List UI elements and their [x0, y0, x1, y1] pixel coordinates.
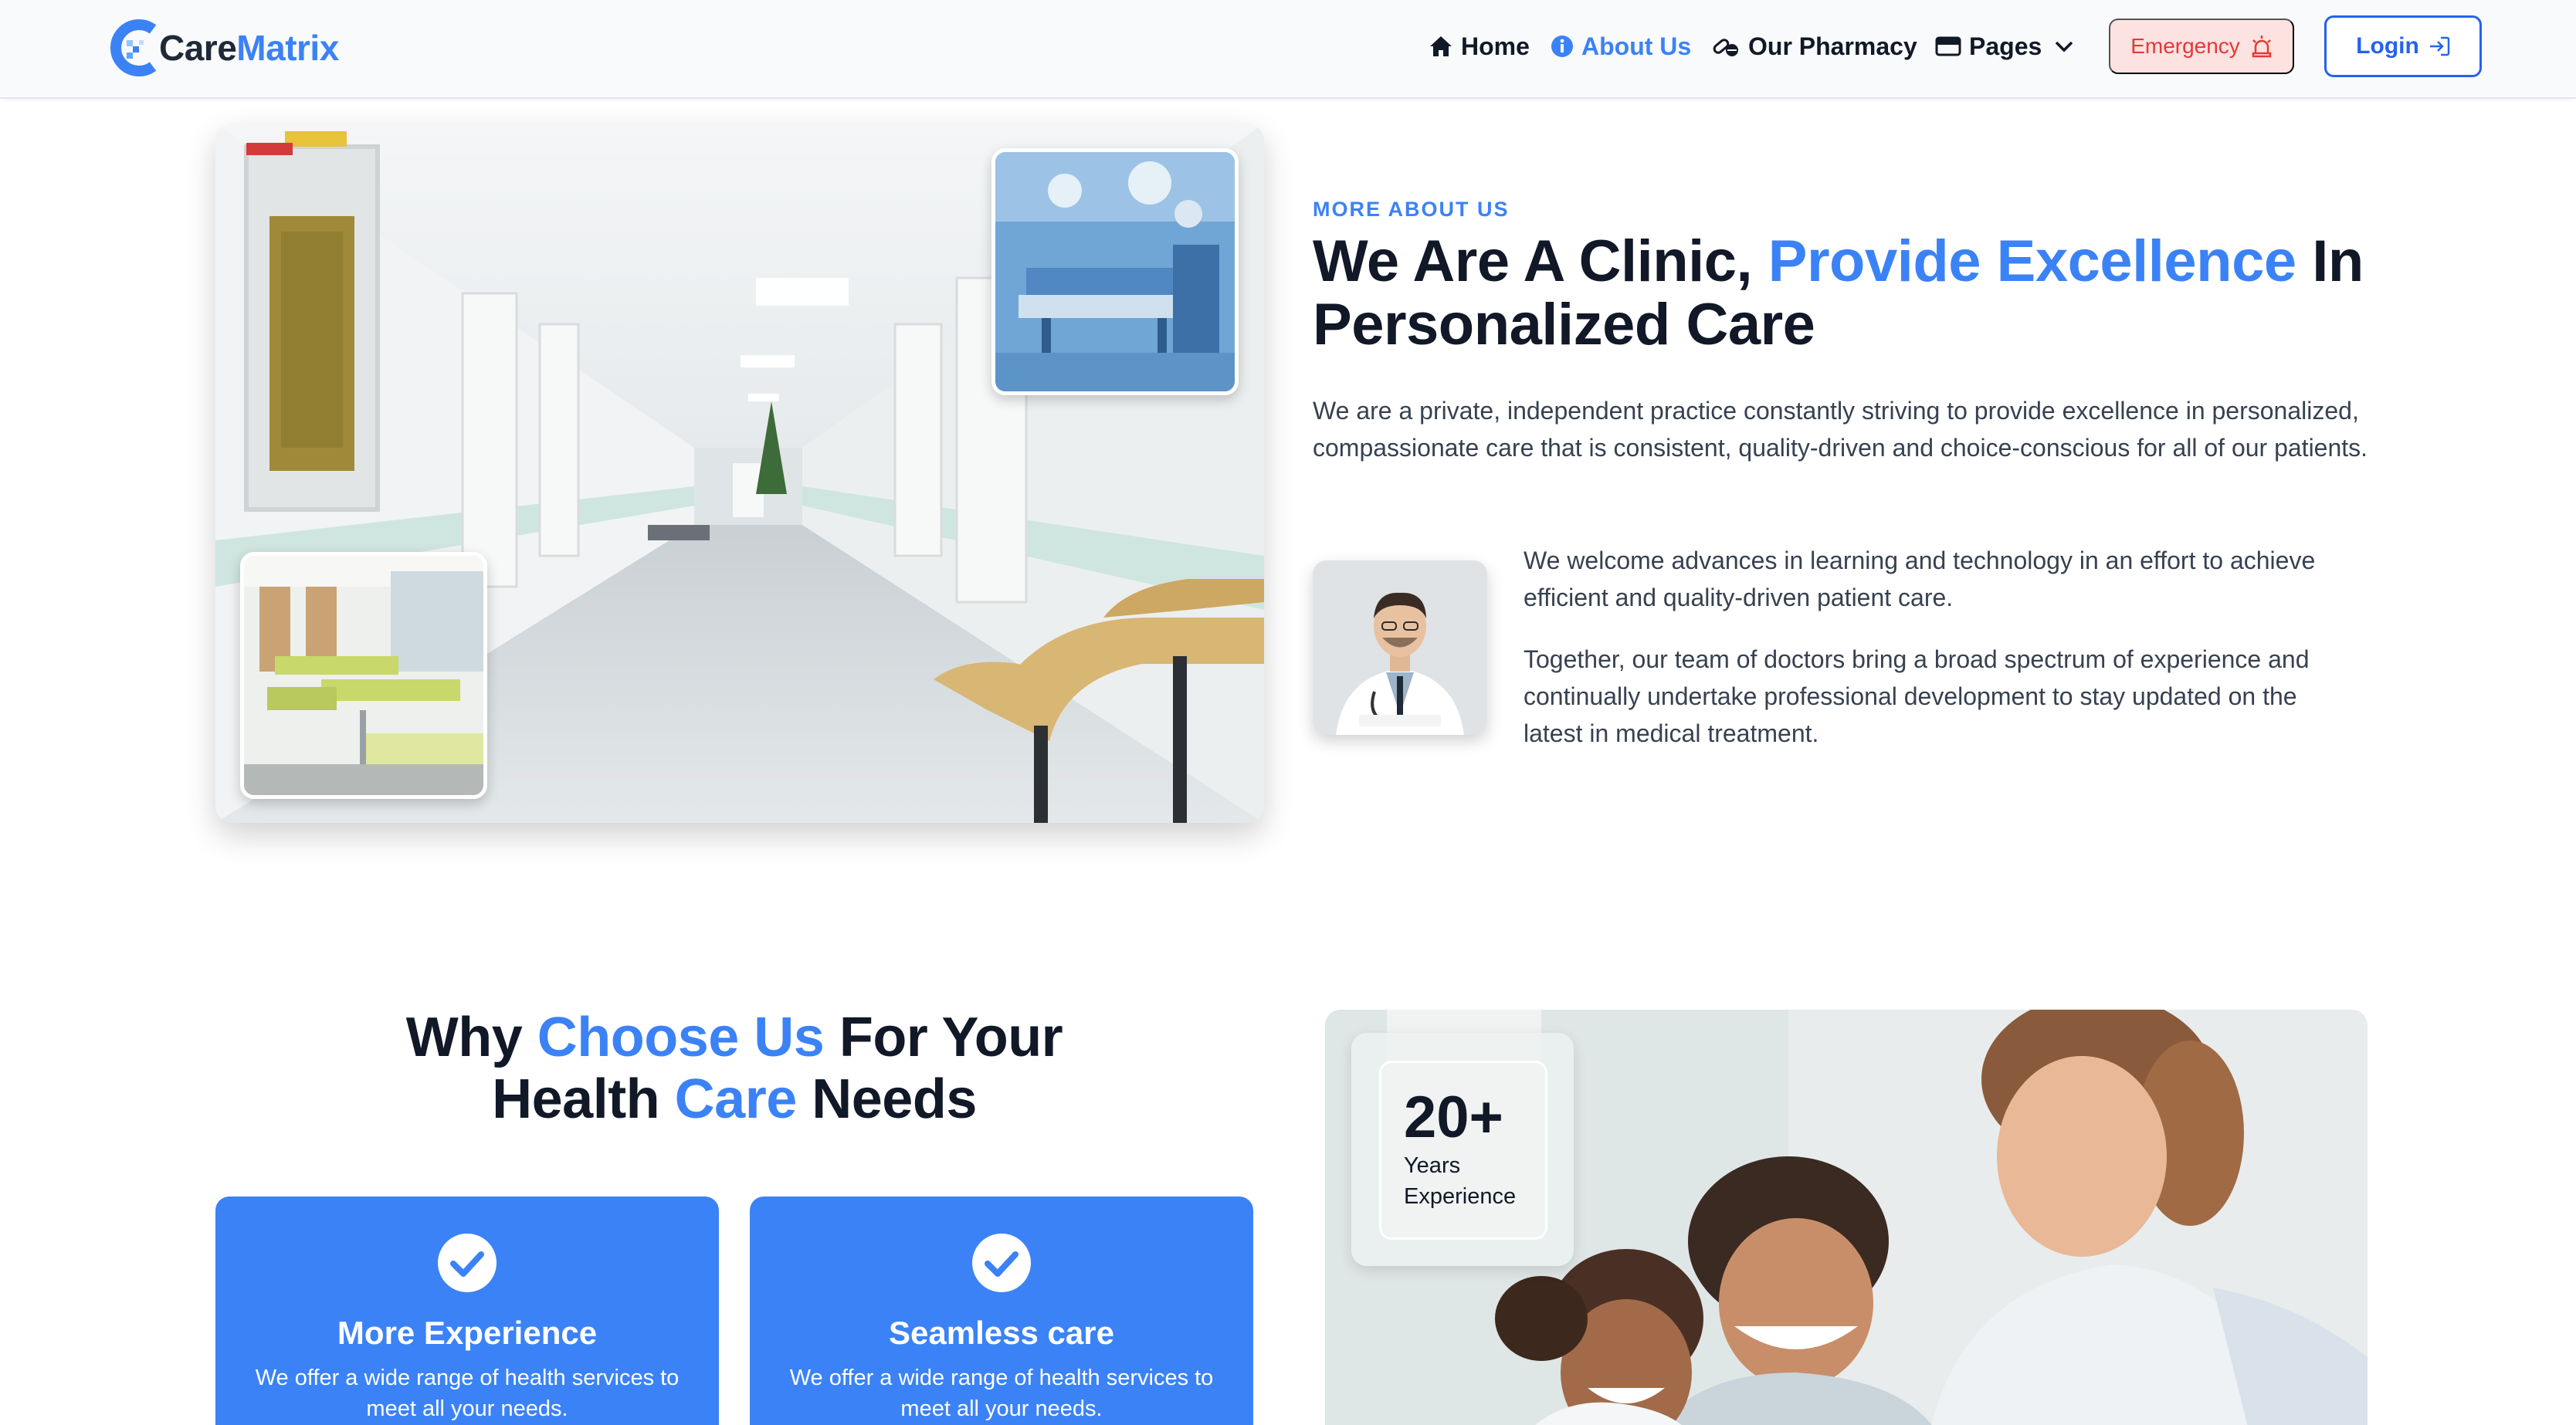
chevron-down-icon — [2056, 41, 2073, 52]
care-matrix-logo-icon — [110, 19, 157, 76]
check-circle-icon — [972, 1234, 1031, 1292]
feature-card-title: Seamless care — [889, 1315, 1114, 1351]
why-title-part4: Needs — [796, 1068, 977, 1130]
nav-home[interactable]: Home — [1429, 29, 1530, 63]
feature-card-description: We offer a wide range of health services… — [255, 1366, 680, 1421]
why-choose-title: Why Choose Us For Your Health Care Needs — [215, 1007, 1253, 1130]
why-title-highlight2: Care — [674, 1068, 798, 1130]
about-paragraph-1: We are a private, independent practice c… — [1313, 397, 2368, 462]
about-eyebrow: MORE ABOUT US — [1313, 198, 1510, 221]
feature-card-seamless-care: Seamless care We offer a wide range of h… — [750, 1197, 1253, 1425]
siren-icon — [2252, 36, 2272, 58]
pages-icon — [1935, 36, 1961, 56]
pills-icon — [1713, 39, 1738, 56]
nav-pages-dropdown[interactable]: Pages — [1935, 29, 2074, 63]
nav-about-us[interactable]: About Us — [1551, 29, 1691, 63]
about-title-highlight: Provide Excellence — [1768, 228, 2296, 294]
check-circle-icon — [438, 1234, 497, 1292]
logo-text: CareMatrix — [159, 27, 339, 69]
why-title-part1: Why — [405, 1007, 537, 1068]
feature-card-more-experience: More Experience We offer a wide range of… — [215, 1197, 719, 1425]
home-icon — [1430, 36, 1452, 56]
feature-card-title: More Experience — [337, 1315, 598, 1351]
navbar: CareMatrix Home About Us Our Pharmacy Pa… — [0, 0, 2576, 99]
logo-text-matrix: Matrix — [236, 28, 339, 68]
operating-room-thumbnail — [991, 148, 1239, 395]
nav-our-pharmacy[interactable]: Our Pharmacy — [1711, 29, 1917, 63]
years-experience-label: Years Experience — [1404, 1153, 1517, 1209]
patient-ward-thumbnail — [240, 552, 487, 799]
nav-about-us-label: About Us — [1581, 32, 1692, 60]
about-title-part1: We Are A Clinic, — [1313, 228, 1768, 294]
about-paragraph-3: Together, our team of doctors bring a br… — [1524, 645, 2310, 747]
nav-pages-label: Pages — [1969, 32, 2042, 60]
nav-home-label: Home — [1461, 32, 1530, 60]
why-title-part2: For Your — [824, 1007, 1063, 1068]
info-icon — [1551, 36, 1573, 57]
why-title-part3: Health — [492, 1068, 675, 1130]
logo[interactable]: CareMatrix — [108, 15, 339, 80]
why-title-highlight1: Choose Us — [537, 1007, 825, 1068]
years-experience-number: 20+ — [1404, 1085, 1503, 1150]
feature-card-description: We offer a wide range of health services… — [789, 1366, 1214, 1421]
emergency-button[interactable]: Emergency — [2109, 19, 2294, 74]
login-button[interactable]: Login — [2324, 15, 2482, 77]
login-arrow-icon — [2429, 36, 2450, 56]
emergency-label: Emergency — [2130, 34, 2240, 58]
login-label: Login — [2356, 33, 2419, 59]
logo-text-care: Care — [159, 28, 237, 68]
nav-our-pharmacy-label: Our Pharmacy — [1748, 32, 1917, 60]
about-title: We Are A Clinic, Provide Excellence In P… — [1313, 230, 2432, 357]
about-paragraph-2: We welcome advances in learning and tech… — [1524, 547, 2316, 611]
doctor-photo — [1313, 560, 1487, 735]
